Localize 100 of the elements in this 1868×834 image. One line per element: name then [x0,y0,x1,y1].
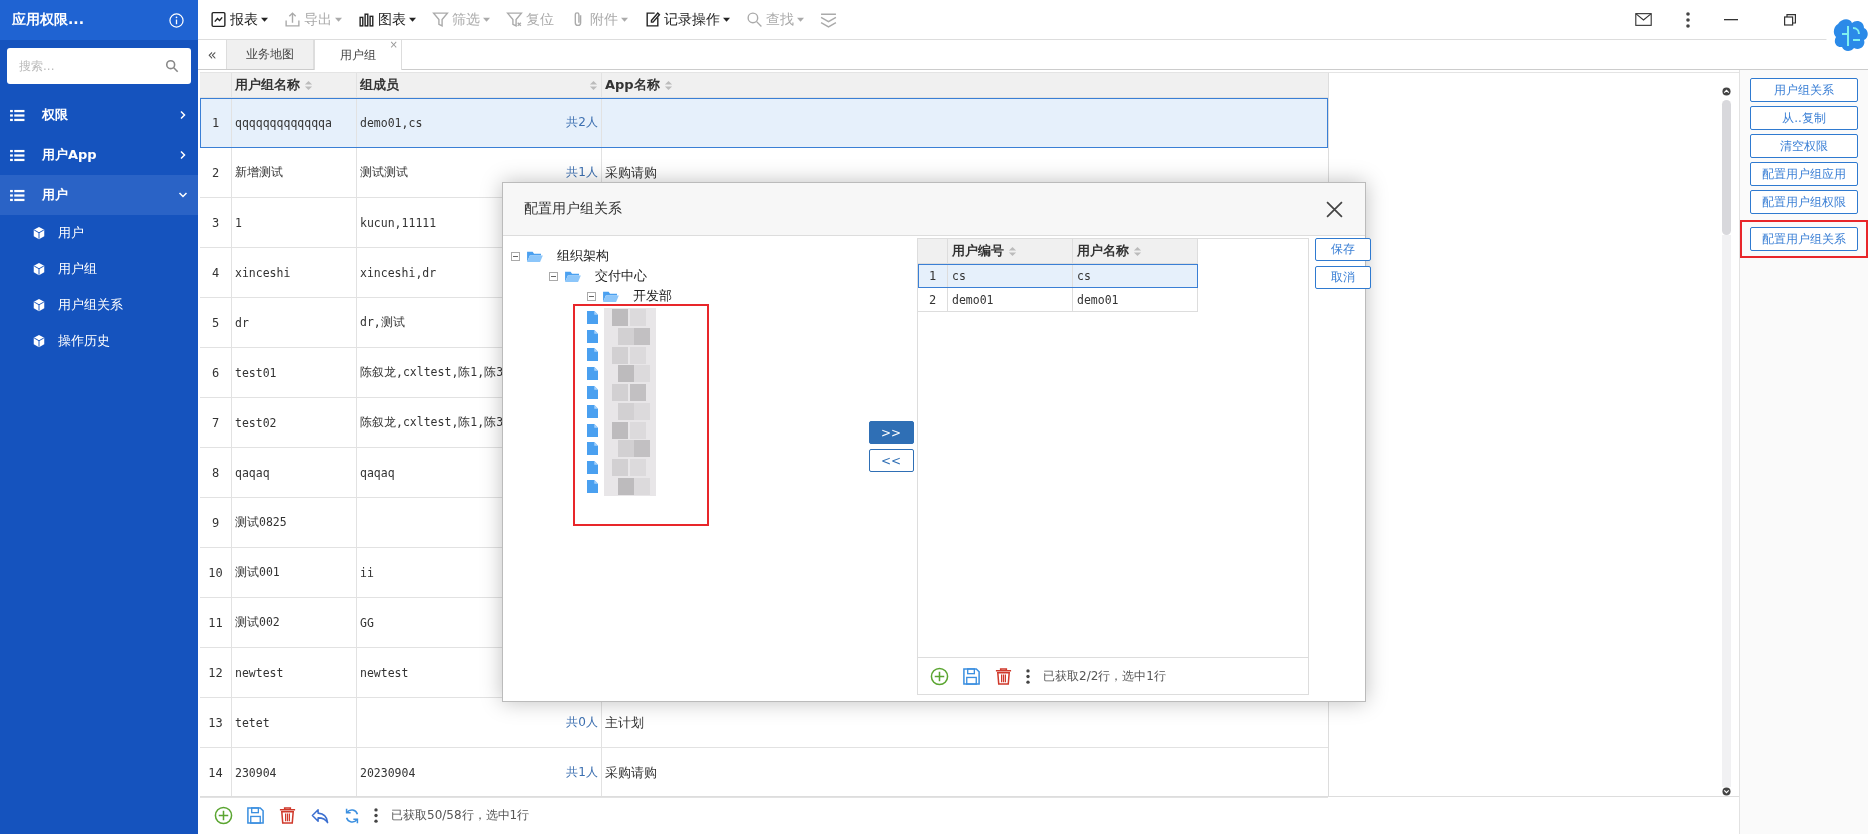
action-button[interactable]: 清空权限 [1750,134,1858,158]
column-header[interactable]: 组成员 [360,76,399,94]
selected-row[interactable]: 1 cs cs [918,264,1198,288]
caret-icon [723,16,730,23]
folder-icon [526,249,543,263]
toolbar-button[interactable]: 报表 [202,4,276,35]
selected-row[interactable]: 1 qqqqqqqqqqqqqa demo01,cs 共2人 [200,98,1328,148]
dialog-button[interactable]: 取消 [1315,266,1371,289]
filter-icon [432,11,449,28]
app-title: 应用权限... [12,11,84,29]
collapse-toggle-icon[interactable] [511,251,520,261]
row-number: 8 [211,465,220,480]
move-left-button[interactable]: << [868,449,914,472]
row-number: 11 [208,615,223,630]
tab[interactable]: 业务地图 [226,40,314,69]
tab[interactable]: 用户组 × [314,40,402,70]
row-number: 13 [208,715,223,730]
undo-icon[interactable] [310,806,330,825]
member-count: 共1人 [566,764,598,781]
chevron-right-icon [178,150,188,160]
delete-icon[interactable] [278,806,297,825]
cube-icon [32,334,46,348]
table-cell: cs [952,268,966,283]
mail-icon[interactable] [1635,13,1652,26]
tree-node[interactable]: 开发部 [511,286,865,306]
action-button[interactable]: 配置用户组应用 [1750,162,1858,186]
scroll-down-icon[interactable] [1721,787,1731,796]
tree-node[interactable]: 交付中心 [511,266,865,286]
file-icon [587,386,598,400]
toolbar-button[interactable]: 记录操作 [636,4,738,35]
row-number: 6 [211,365,220,380]
action-button[interactable]: 用户组关系 [1750,78,1858,102]
search-field[interactable]: 搜索... [7,48,191,84]
list-icon [10,148,25,162]
add-icon[interactable] [930,666,949,686]
info-icon[interactable] [169,12,184,28]
move-right-button[interactable]: >> [868,421,914,444]
table-cell: newtest [235,665,284,680]
row-number: 7 [211,415,220,430]
save-icon[interactable] [962,666,981,686]
row-number: 9 [211,515,220,530]
toolbar-button[interactable]: 图表 [350,4,424,35]
table-cell: 陈叙龙,cxltest,陈1,陈3 [360,415,504,430]
table-cell: test01 [235,365,277,380]
action-button[interactable]: 配置用户组权限 [1750,190,1858,214]
table-cell: demo01 [952,292,994,307]
nav-subitem[interactable]: 用户组 [0,251,198,287]
delete-icon[interactable] [994,666,1013,686]
nav-subitem[interactable]: 用户组关系 [0,287,198,323]
file-icon [587,442,598,456]
nav-item[interactable]: 权限 [0,95,198,135]
table-cell: qqqqqqqqqqqqqa [235,115,332,130]
column-header[interactable]: 用户编号 [952,242,1004,260]
action-button[interactable]: 配置用户组关系 [1750,227,1858,251]
table-cell: 采购请购 [605,763,657,782]
member-count: 共0人 [566,714,598,731]
save-icon[interactable] [246,806,265,825]
table-cell: 20230904 [360,765,416,780]
file-icon [587,461,598,475]
cube-icon [32,262,46,276]
table-cell: 新增测试 [235,165,283,180]
dialog-button[interactable]: 保存 [1315,238,1371,261]
cube-icon [32,226,46,240]
tree-node[interactable]: 组织架构 [511,246,865,266]
nav-item[interactable]: 用户App [0,135,198,175]
folder-icon [564,269,581,283]
collapse-toggle-icon[interactable] [587,291,596,301]
row-number: 1 [928,268,937,283]
minimize-icon[interactable] [1724,18,1738,21]
close-icon[interactable] [1326,200,1343,218]
column-header[interactable]: 用户组名称 [235,76,300,94]
table-cell: cs [1077,268,1091,283]
action-button[interactable]: 从..复制 [1750,106,1858,130]
column-header[interactable]: App名称 [605,76,660,94]
refresh-icon[interactable] [343,806,361,825]
table-cell: qaqaq [235,465,270,480]
nav-subitem[interactable]: 用户 [0,215,198,251]
status-text: 已获取2/2行，选中1行 [1043,667,1166,685]
table-cell: dr [235,315,249,330]
more-icon[interactable] [1026,668,1030,684]
more-icon[interactable] [374,808,378,823]
table-cell: 陈叙龙,cxltest,陈1,陈3 [360,365,504,380]
scroll-up-icon[interactable] [1721,87,1731,96]
caret-icon [409,16,416,23]
table-cell: demo01 [1077,292,1119,307]
collapse-tabs-button[interactable]: « [198,40,226,69]
search-icon[interactable] [165,59,179,73]
scrollbar-thumb[interactable] [1721,100,1731,235]
table-cell: dr,测试 [360,315,405,330]
table-cell: newtest [360,665,409,680]
more-icon[interactable] [1686,11,1690,28]
table-cell: xinceshi,dr [360,265,437,280]
restore-icon[interactable] [1784,13,1796,26]
add-icon[interactable] [214,806,233,825]
table-cell: 230904 [235,765,277,780]
row-number: 14 [208,765,223,780]
nav-item[interactable]: 用户 [0,175,198,215]
column-header[interactable]: 用户名称 [1077,242,1129,260]
collapse-toggle-icon[interactable] [549,271,558,281]
nav-subitem[interactable]: 操作历史 [0,323,198,359]
